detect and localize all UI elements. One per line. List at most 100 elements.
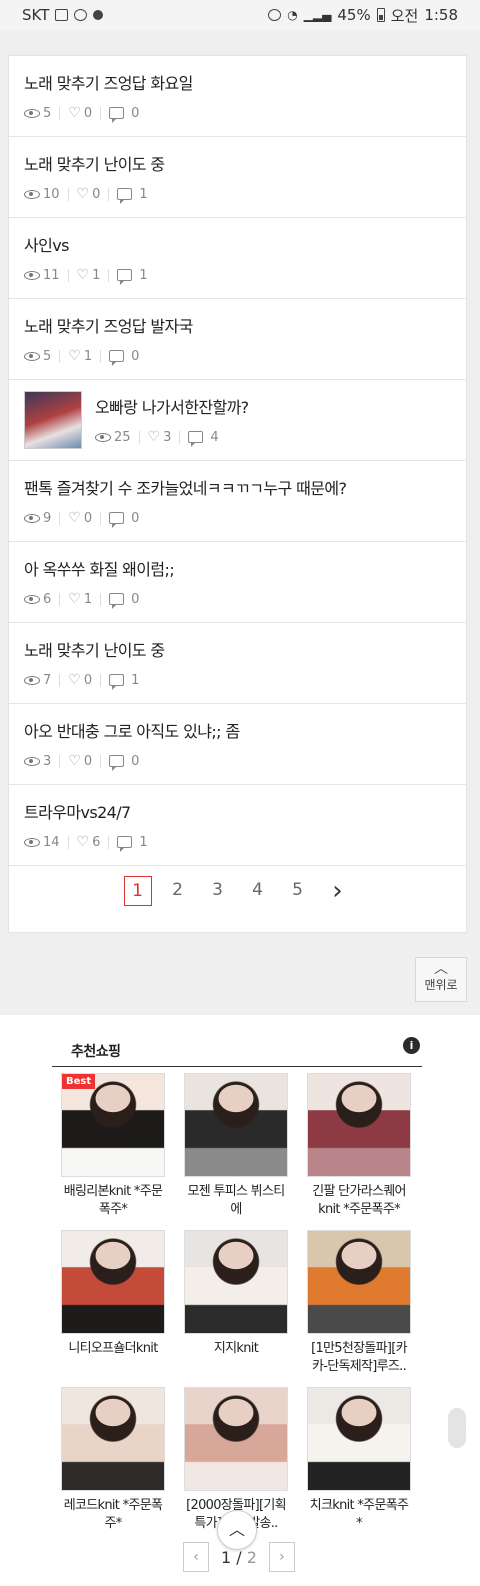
scroll-top-label: 맨위로 — [424, 978, 458, 992]
post-meta: 10 ♡ 0 1 — [24, 185, 452, 204]
product-image[interactable]: Best — [61, 1073, 165, 1177]
product-card[interactable]: 긴팔 단가라스퀘어knit *주문폭주* — [307, 1073, 411, 1230]
next-page-icon[interactable]: › — [318, 876, 358, 906]
next-icon[interactable]: › — [268, 1542, 295, 1572]
product-name[interactable]: 레코드knit *주문폭주* — [61, 1497, 165, 1533]
post-row[interactable]: 노래 맞추기 난이도 중 10 ♡ 0 1 — [9, 137, 466, 218]
product-name[interactable]: 치크knit *주문폭주* — [307, 1497, 411, 1533]
product-card[interactable]: 치크knit *주문폭주* — [307, 1387, 411, 1544]
status-bar: SKT ◔ ▁▂▄ 45% 오전 1:58 — [0, 0, 480, 30]
product-name[interactable]: 모젠 투피스 뷔스티에 — [184, 1183, 288, 1219]
post-row[interactable]: 노래 맞추기 난이도 중 7 ♡ 0 1 — [9, 623, 466, 704]
view-count: 5 — [43, 348, 52, 364]
post-row[interactable]: 노래 맞추기 즈엉답 화요일 5 ♡ 0 0 — [9, 56, 466, 137]
like-icon: ♡ — [76, 186, 90, 202]
wifi-icon: ◔ — [287, 8, 298, 22]
product-image[interactable] — [61, 1230, 165, 1334]
post-title: 오빠랑 나가서한잔할까? — [95, 398, 249, 417]
product-name[interactable]: 니티오프숄더knit — [61, 1340, 165, 1358]
product-image[interactable] — [184, 1230, 288, 1334]
view-icon — [24, 675, 40, 685]
post-title: 노래 맞추기 난이도 중 — [24, 155, 165, 174]
like-count: 0 — [83, 672, 93, 688]
post-meta: 3 ♡ 0 0 — [24, 752, 452, 771]
like-count: 6 — [92, 834, 101, 850]
pagination: 1 2 3 4 5 › — [9, 866, 466, 916]
product-image[interactable] — [307, 1230, 411, 1334]
view-count: 3 — [43, 753, 52, 769]
time-ampm: 오전 — [390, 6, 419, 25]
product-name[interactable]: [1만5천장돌파][카카-단독제작]루즈.. — [307, 1340, 411, 1376]
comment-count: 1 — [131, 672, 140, 688]
signal-icon: ▁▂▄ — [303, 8, 332, 22]
product-card[interactable]: [1만5천장돌파][카카-단독제작]루즈.. — [307, 1230, 411, 1387]
post-meta: 5 ♡ 1 0 — [24, 347, 452, 366]
product-image[interactable] — [184, 1073, 288, 1177]
page-1[interactable]: 1 — [123, 876, 152, 906]
post-meta: 9 ♡ 0 0 — [24, 509, 452, 528]
view-icon — [24, 594, 40, 604]
view-icon — [24, 270, 40, 280]
scroll-handle[interactable] — [448, 1408, 466, 1448]
post-list: 노래 맞추기 즈엉답 화요일 5 ♡ 0 0 노래 맞추기 난이도 중 10 ♡ 0 1 사인vs 1… — [8, 55, 467, 933]
product-name[interactable]: 긴팔 단가라스퀘어knit *주문폭주* — [307, 1183, 411, 1219]
post-meta: 25 ♡ 3 4 — [95, 428, 452, 447]
comment-count: 4 — [210, 429, 219, 445]
post-meta: 11 ♡ 1 1 — [24, 266, 452, 285]
page-5[interactable]: 5 — [278, 876, 318, 906]
scroll-top-button[interactable]: ︿ 맨위로 — [415, 957, 467, 1002]
best-badge: Best — [62, 1074, 96, 1089]
comment-icon — [117, 188, 133, 204]
view-icon — [24, 513, 40, 523]
post-meta: 6 ♡ 1 0 — [24, 590, 452, 609]
view-icon — [24, 108, 40, 118]
product-card[interactable]: 모젠 투피스 뷔스티에 — [184, 1073, 288, 1230]
view-count: 7 — [43, 672, 52, 688]
product-image[interactable] — [61, 1387, 165, 1491]
comment-icon — [109, 674, 125, 690]
product-name[interactable]: 배링리본knit *주문폭주* — [61, 1183, 165, 1219]
post-row[interactable]: 아오 반대충 그로 아직도 있냐;; 좀 3 ♡ 0 0 — [9, 704, 466, 785]
page-2[interactable]: 2 — [158, 876, 198, 906]
product-card[interactable]: 지지knit — [184, 1230, 288, 1387]
comment-icon — [109, 755, 125, 771]
view-count: 5 — [43, 105, 52, 121]
recommend-page-current: 1 — [221, 1547, 232, 1567]
product-card[interactable]: 니티오프숄더knit — [61, 1230, 165, 1387]
view-count: 25 — [114, 429, 131, 445]
info-icon[interactable]: i — [403, 1037, 420, 1054]
comment-icon — [109, 350, 125, 366]
view-icon — [24, 189, 40, 199]
comment-count: 1 — [139, 267, 148, 283]
prev-icon[interactable]: ‹ — [183, 1542, 209, 1572]
alarm-icon — [268, 9, 282, 21]
like-icon: ♡ — [68, 105, 81, 121]
post-row[interactable]: 트라우마vs24/7 14 ♡ 6 1 — [9, 785, 466, 866]
post-meta: 7 ♡ 0 1 — [24, 671, 452, 690]
comment-icon — [109, 107, 125, 123]
post-row[interactable]: 팬톡 즐겨찾기 수 조카늘었네ㅋㅋㄲㄱ누구 때문에? 9 ♡ 0 0 — [9, 461, 466, 542]
recommend-page-sep: / — [236, 1547, 242, 1567]
page-3[interactable]: 3 — [198, 876, 238, 906]
post-row[interactable]: 노래 맞추기 즈엉답 발자국 5 ♡ 1 0 — [9, 299, 466, 380]
comment-count: 1 — [139, 186, 148, 202]
like-icon: ♡ — [68, 591, 81, 607]
post-row[interactable]: 아 옥쑤쑤 화질 왜이럼;; 6 ♡ 1 0 — [9, 542, 466, 623]
post-row[interactable]: 사인vs 11 ♡ 1 1 — [9, 218, 466, 299]
product-image[interactable] — [184, 1387, 288, 1491]
floating-up-icon[interactable]: ︿ — [217, 1510, 257, 1550]
product-image[interactable] — [307, 1073, 411, 1177]
post-row[interactable]: 오빠랑 나가서한잔할까? 25 ♡ 3 4 — [9, 380, 466, 461]
page-4[interactable]: 4 — [238, 876, 278, 906]
view-count: 10 — [43, 186, 60, 202]
product-card[interactable]: 레코드knit *주문폭주* — [61, 1387, 165, 1544]
product-image[interactable] — [307, 1387, 411, 1491]
view-count: 6 — [43, 591, 52, 607]
post-title: 아 옥쑤쑤 화질 왜이럼;; — [24, 560, 175, 579]
product-name[interactable]: 지지knit — [184, 1340, 288, 1358]
post-meta: 5 ♡ 0 0 — [24, 104, 452, 123]
like-count: 1 — [83, 348, 93, 364]
product-card[interactable]: Best 배링리본knit *주문폭주* — [61, 1073, 165, 1230]
chevron-up-icon: ︿ — [434, 961, 448, 977]
post-title: 노래 맞추기 난이도 중 — [24, 641, 165, 660]
